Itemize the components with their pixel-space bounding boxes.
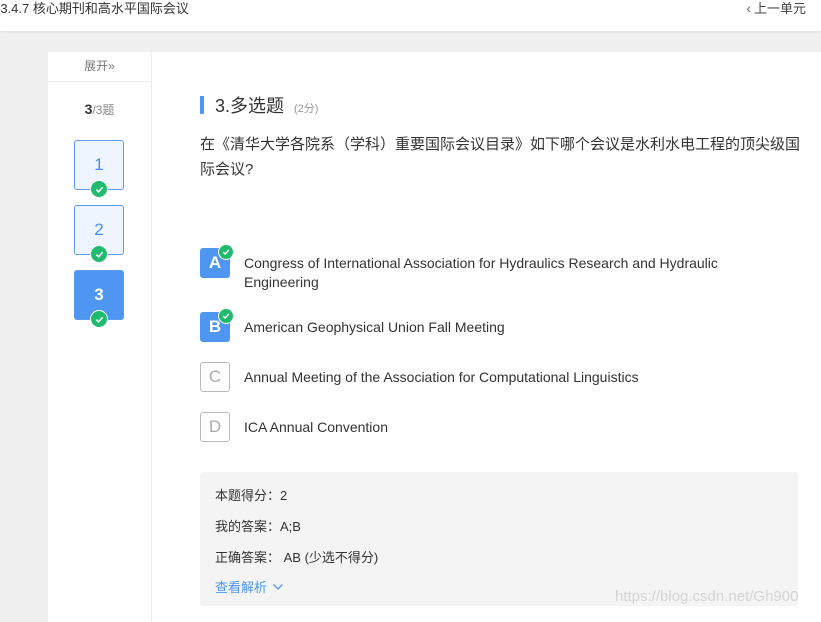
question-panel: 3.多选题 (2分) 在《清华大学各院系（学科）重要国际会议目录》如下哪个会议是… <box>152 52 821 622</box>
question-number-3[interactable]: 3 <box>74 270 124 328</box>
question-title: 3.多选题 <box>215 96 285 116</box>
question-number-label: 3 <box>94 285 104 304</box>
option-letter: D <box>200 412 230 442</box>
check-circle-icon <box>90 245 108 263</box>
option-text: American Geophysical Union Fall Meeting <box>244 319 505 335</box>
question-header: 3.多选题 (2分) <box>200 92 318 118</box>
progress-total: /3题 <box>92 103 115 117</box>
double-chevron-right-icon: » <box>108 59 115 73</box>
option-letter: C <box>200 362 230 392</box>
answer-result-box: 本题得分：2 我的答案：A;B 正确答案： AB (少选不得分) 查看解析 <box>200 472 798 606</box>
question-score: (2分) <box>294 103 319 115</box>
question-number-2[interactable]: 2 <box>74 205 124 263</box>
chevron-left-icon: ‹ <box>746 0 751 16</box>
chevron-down-icon <box>273 583 283 590</box>
question-number-1[interactable]: 1 <box>74 140 124 198</box>
option-letter: B <box>200 308 234 342</box>
view-analysis-label: 查看解析 <box>215 580 268 595</box>
check-circle-icon <box>218 244 234 260</box>
result-score: 本题得分：2 <box>215 488 288 503</box>
my-answer: 我的答案：A;B <box>215 519 301 534</box>
option-a[interactable]: A Congress of International Association … <box>200 244 764 292</box>
question-progress: 3/3题 <box>48 101 151 118</box>
watermark: https://blog.csdn.net/Gh900 <box>615 588 799 605</box>
expand-label: 展开 <box>84 59 109 73</box>
check-circle-icon <box>90 180 108 198</box>
option-letter-text: D <box>208 417 222 436</box>
option-letter-text: C <box>208 367 222 386</box>
option-b[interactable]: B American Geophysical Union Fall Meetin… <box>200 308 764 342</box>
check-circle-icon <box>90 310 108 328</box>
question-sidebar: 展开» 3/3题 1 2 3 <box>48 52 152 622</box>
correct-answer: 正确答案： AB (少选不得分) <box>215 550 379 565</box>
option-text: Annual Meeting of the Association for Co… <box>244 369 639 385</box>
check-circle-icon <box>218 308 234 324</box>
title-accent-bar <box>200 96 204 114</box>
question-number-label: 2 <box>94 220 104 239</box>
option-c[interactable]: C Annual Meeting of the Association for … <box>200 362 764 392</box>
prev-unit-button[interactable]: ‹ 上一单元 <box>746 0 806 17</box>
prev-unit-label: 上一单元 <box>753 1 806 16</box>
option-letter: A <box>200 244 234 278</box>
top-bar: -3.4.7 核心期刊和高水平国际会议 ‹ 上一单元 <box>0 0 821 31</box>
option-d[interactable]: D ICA Annual Convention <box>200 412 764 442</box>
view-analysis-link[interactable]: 查看解析 <box>215 577 284 596</box>
expand-button[interactable]: 展开» <box>48 52 151 82</box>
option-text: Congress of International Association fo… <box>244 255 718 290</box>
question-number-label: 1 <box>94 155 104 174</box>
option-text: ICA Annual Convention <box>244 419 388 435</box>
question-text: 在《清华大学各院系（学科）重要国际会议目录》如下哪个会议是水利水电工程的顶尖级国… <box>200 136 801 178</box>
page-title: -3.4.7 核心期刊和高水平国际会议 <box>0 1 189 16</box>
